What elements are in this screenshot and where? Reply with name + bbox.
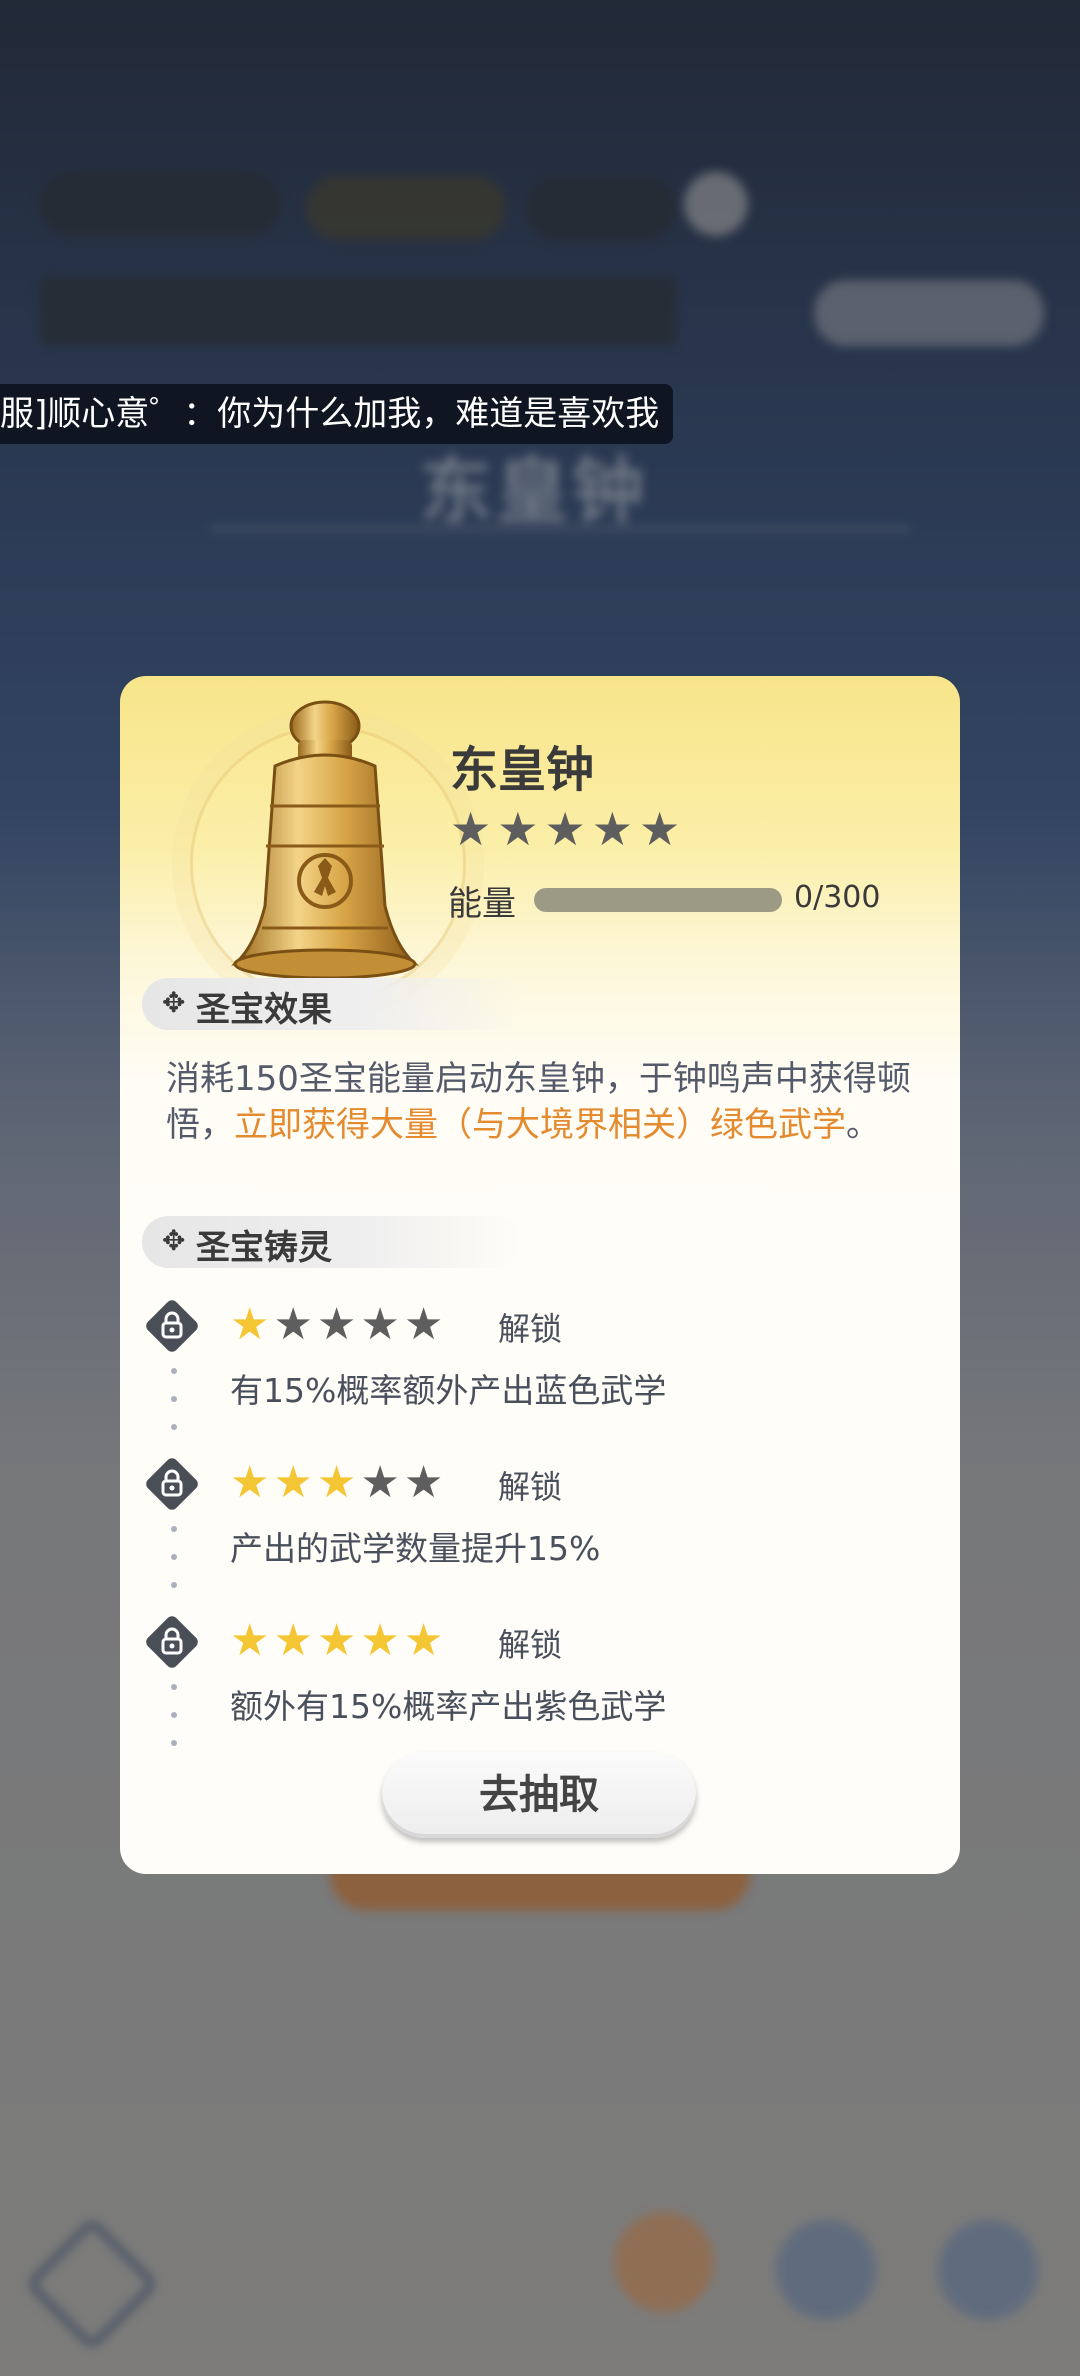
tier-2-stars: ★ ★ ★ ★ ★ <box>230 1460 443 1506</box>
effect-description: 消耗150圣宝能量启动东皇钟，于钟鸣声中获得顿悟，立即获得大量（与大境界相关）绿… <box>166 1056 926 1148</box>
forge-section-header: ✥ 圣宝铸灵 <box>142 1216 522 1268</box>
star-icon: ★ <box>544 802 586 856</box>
tier-3-unlock-label: 解锁 <box>498 1626 563 1664</box>
tier-1-description: 有15%概率额外产出蓝色武学 <box>230 1371 667 1410</box>
star-icon: ★ <box>639 802 681 856</box>
star-icon: ★ <box>273 1299 313 1350</box>
chat-banner: 服]顺心意゜：你为什么加我，难道是喜欢我 <box>0 384 674 444</box>
tier-connector <box>171 1526 177 1610</box>
item-name: 东皇钟 <box>450 742 595 798</box>
star-icon: ★ <box>360 1457 400 1508</box>
star-icon: ★ <box>316 1457 357 1508</box>
star-icon: ★ <box>450 802 492 856</box>
star-icon: ★ <box>230 1299 270 1350</box>
effect-desc-part2: 。 <box>846 1105 880 1145</box>
star-icon: ★ <box>497 802 539 856</box>
tier-connector <box>171 1684 177 1768</box>
lock-icon <box>143 1613 201 1671</box>
energy-progress-bar <box>534 888 782 912</box>
tier-1-stars: ★ ★ ★ ★ ★ <box>230 1302 443 1348</box>
star-icon: ★ <box>230 1457 270 1508</box>
effect-desc-highlight: 立即获得大量（与大境界相关）绿色武学 <box>234 1105 846 1145</box>
star-icon: ★ <box>230 1615 270 1666</box>
bell-image <box>180 696 480 1002</box>
lock-icon <box>143 1455 201 1513</box>
treasure-detail-modal: 东皇钟 ★ ★ ★ ★ ★ 能量 0/300 ✥ 圣宝效果 消耗150圣宝能量启… <box>120 676 960 1874</box>
effect-section-title: 圣宝效果 <box>196 990 332 1030</box>
star-icon: ★ <box>591 802 633 856</box>
star-icon: ★ <box>273 1457 313 1508</box>
tier-3-description: 额外有15%概率产出紫色武学 <box>230 1687 667 1726</box>
star-icon: ★ <box>360 1615 400 1666</box>
star-icon: ★ <box>316 1299 357 1350</box>
tier-2-unlock-label: 解锁 <box>498 1468 563 1506</box>
item-rarity-stars: ★ ★ ★ ★ ★ <box>450 806 680 852</box>
star-icon: ★ <box>403 1457 444 1508</box>
tier-2-description: 产出的武学数量提升15% <box>230 1529 601 1568</box>
go-draw-button[interactable]: 去抽取 <box>382 1752 696 1838</box>
star-icon: ★ <box>403 1615 444 1666</box>
tier-connector <box>171 1368 177 1452</box>
star-icon: ★ <box>273 1615 313 1666</box>
tier-1-unlock-label: 解锁 <box>498 1310 563 1348</box>
lock-icon <box>143 1297 201 1355</box>
forge-section-title: 圣宝铸灵 <box>196 1228 332 1268</box>
effect-section-header: ✥ 圣宝效果 <box>142 978 522 1030</box>
energy-value: 0/300 <box>794 880 881 915</box>
tier-3-stars: ★ ★ ★ ★ ★ <box>230 1618 443 1664</box>
energy-label: 能量 <box>448 884 516 924</box>
star-icon: ★ <box>360 1299 400 1350</box>
diamond-sparkle-icon: ✥ <box>162 1224 186 1257</box>
star-icon: ★ <box>403 1299 444 1350</box>
star-icon: ★ <box>316 1615 357 1666</box>
diamond-sparkle-icon: ✥ <box>162 986 186 1019</box>
